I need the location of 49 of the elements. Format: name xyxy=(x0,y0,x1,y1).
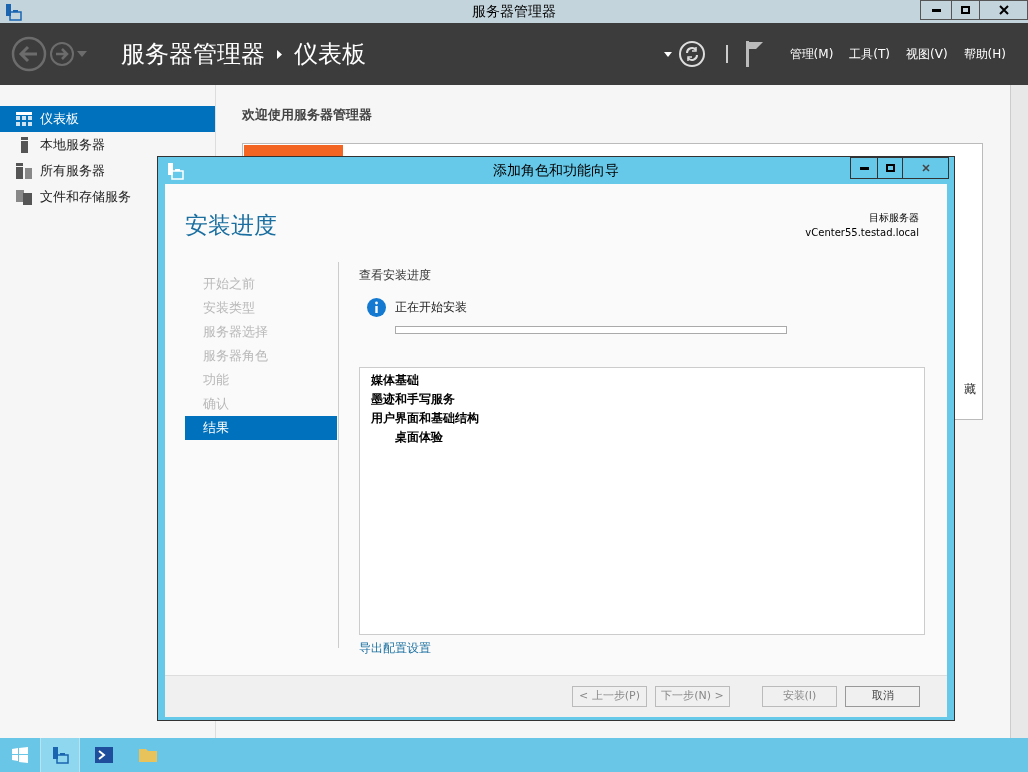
hide-link[interactable]: 藏 xyxy=(964,379,976,398)
minimize-button[interactable] xyxy=(850,157,878,179)
menu-item[interactable]: 视图(V) xyxy=(906,45,948,63)
sidebar-item[interactable]: 本地服务器 xyxy=(0,132,215,158)
server-manager-icon xyxy=(51,746,69,764)
dialog-title: 添加角色和功能向导 xyxy=(493,161,619,180)
sidebar-item[interactable]: 文件和存储服务 xyxy=(0,184,215,210)
windows-icon xyxy=(12,747,28,763)
wizard-step[interactable]: 结果 xyxy=(185,416,337,440)
feature-item: 桌面体验 xyxy=(394,429,444,446)
sidebar-item[interactable]: 所有服务器 xyxy=(0,158,215,184)
menu-item[interactable]: 管理(M) xyxy=(789,45,834,63)
restore-button[interactable] xyxy=(952,0,980,20)
flag-icon[interactable] xyxy=(745,41,764,67)
sidebar-item[interactable]: 仪表板 xyxy=(0,106,215,132)
server-manager-icon xyxy=(166,161,184,180)
server-manager-icon xyxy=(4,2,22,21)
minimize-button[interactable] xyxy=(920,0,952,20)
breadcrumb-item[interactable]: 服务器管理器 xyxy=(121,36,265,72)
servers-icon xyxy=(16,163,32,179)
breadcrumb-item: 仪表板 xyxy=(294,39,366,70)
welcome-title: 欢迎使用服务器管理器 xyxy=(242,106,373,124)
feature-item: 媒体基础 xyxy=(371,372,420,389)
taskbar-button[interactable] xyxy=(40,738,80,772)
maximize-button[interactable] xyxy=(878,157,903,179)
folder-icon xyxy=(16,189,32,205)
wizard-button[interactable]: 取消 xyxy=(845,686,920,707)
export-link[interactable]: 导出配置设置 xyxy=(359,639,925,657)
feature-item: 用户界面和基础结构 xyxy=(371,410,480,427)
dropdown-icon[interactable] xyxy=(663,51,672,57)
target-server: vCenter55.testad.local xyxy=(805,226,919,240)
window-title: 服务器管理器 xyxy=(472,2,556,21)
close-icon xyxy=(998,5,1009,15)
terminal-icon xyxy=(95,747,113,763)
grid-icon xyxy=(16,112,32,126)
close-button[interactable] xyxy=(980,0,1028,20)
target-label: 目标服务器 xyxy=(869,211,919,225)
close-button[interactable] xyxy=(903,157,949,179)
page-heading: 安装进度 xyxy=(185,211,277,240)
chevron-icon xyxy=(277,49,282,59)
menu-item[interactable]: 工具(T) xyxy=(849,45,891,63)
section-title: 查看安装进度 xyxy=(359,267,432,284)
close-icon xyxy=(921,164,930,172)
refresh-icon[interactable] xyxy=(677,40,706,68)
info-icon xyxy=(367,298,386,317)
feature-item: 墨迹和手写服务 xyxy=(371,391,456,408)
folder-icon xyxy=(139,748,157,762)
status-text: 正在开始安装 xyxy=(395,299,468,316)
menu-item[interactable]: 帮助(H) xyxy=(963,45,1006,63)
